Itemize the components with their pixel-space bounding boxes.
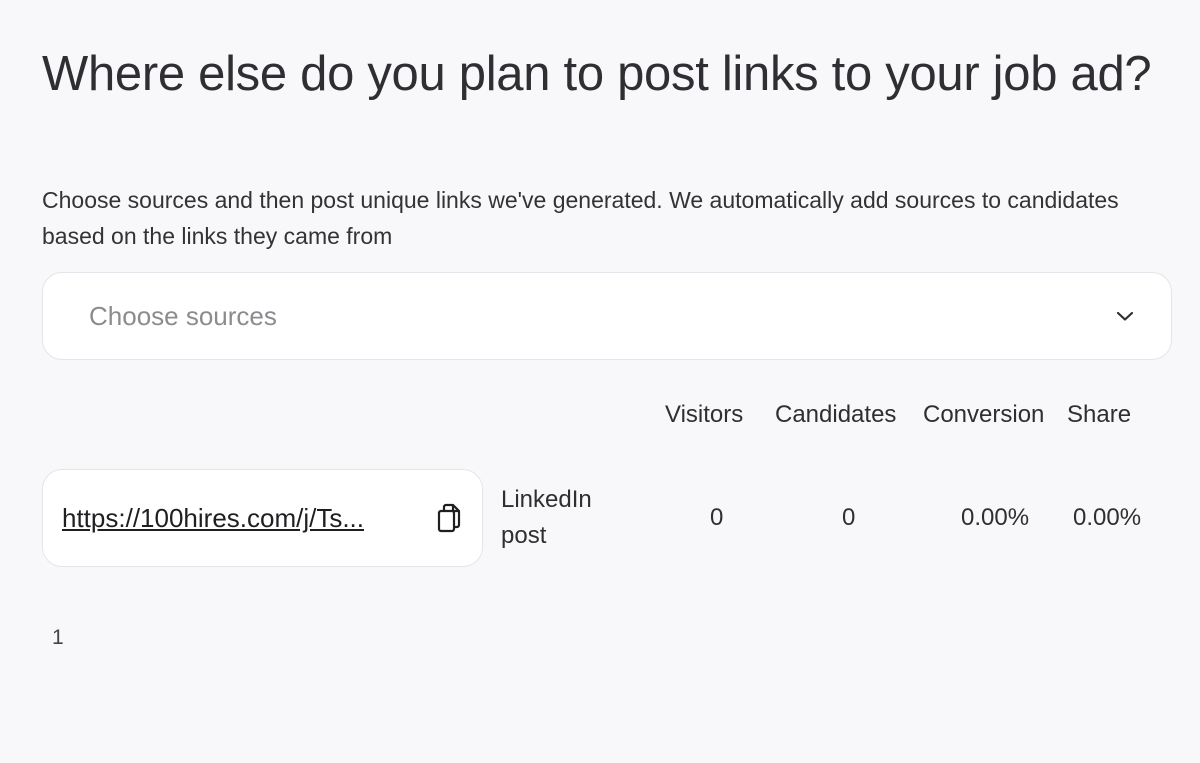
column-header-conversion: Conversion — [923, 401, 1045, 428]
tracking-link-box: https://100hires.com/j/Ts... — [42, 469, 483, 567]
page-title: Where else do you plan to post links to … — [42, 47, 1152, 101]
visitors-value: 0 — [710, 504, 724, 531]
choose-sources-dropdown[interactable]: Choose sources — [42, 272, 1172, 360]
chevron-down-icon — [1115, 306, 1135, 326]
column-header-share: Share — [1067, 401, 1132, 428]
source-name: LinkedIn post — [501, 486, 592, 549]
copy-icon[interactable] — [434, 501, 464, 535]
choose-sources-placeholder: Choose sources — [89, 300, 277, 331]
column-header-candidates: Candidates — [775, 401, 897, 428]
pagination-page-number[interactable]: 1 — [52, 626, 64, 650]
share-value: 0.00% — [1073, 504, 1142, 531]
tracking-link[interactable]: https://100hires.com/j/Ts... — [62, 503, 364, 534]
page-description: Choose sources and then post unique link… — [42, 187, 1119, 249]
candidates-value: 0 — [842, 504, 856, 531]
conversion-value: 0.00% — [961, 504, 1030, 531]
column-header-visitors: Visitors — [665, 401, 744, 428]
page: Where else do you plan to post links to … — [0, 0, 1200, 763]
